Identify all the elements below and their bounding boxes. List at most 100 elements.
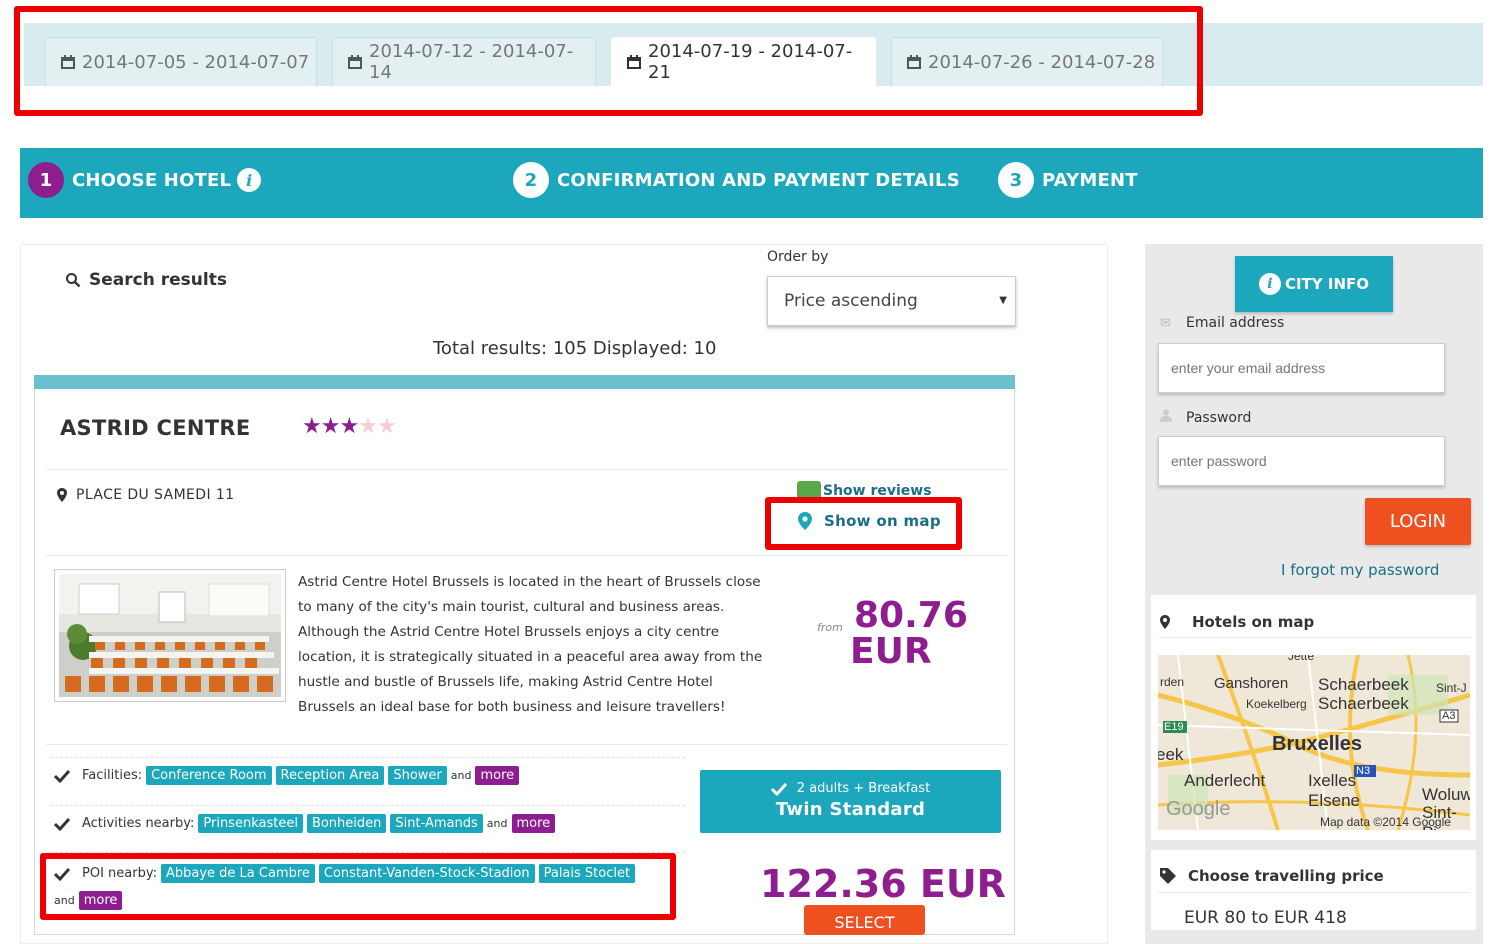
travelling-price-title: Choose travelling price: [1160, 867, 1384, 885]
facilities-row: Facilities: Conference Room Reception Ar…: [54, 766, 523, 785]
activity-tag[interactable]: Sint-Amands: [390, 814, 483, 833]
map-label: Elsene: [1308, 791, 1360, 810]
order-by-label: Order by: [767, 249, 829, 265]
map-label: eek: [1158, 745, 1184, 764]
hotel-name[interactable]: ASTRID CENTRE: [60, 416, 251, 440]
dashed-divider: [50, 757, 685, 758]
divider: [46, 744, 1007, 745]
step-confirmation[interactable]: 2 CONFIRMATION AND PAYMENT DETAILS: [513, 162, 960, 198]
facilities-more-button[interactable]: more: [475, 766, 520, 785]
tag-icon: [1160, 868, 1176, 884]
password-field[interactable]: [1158, 436, 1445, 486]
step-number: 2: [513, 162, 549, 198]
check-icon: [54, 867, 70, 881]
star-icon: ★: [376, 414, 397, 439]
check-icon: [54, 817, 70, 831]
search-icon: [66, 273, 81, 288]
email-label-text: Email address: [1186, 315, 1285, 331]
calendar-icon: [627, 55, 641, 69]
city-info-button[interactable]: i CITY INFO: [1235, 256, 1393, 312]
activities-label: Activities nearby:: [82, 816, 195, 831]
and-text: and: [54, 894, 75, 907]
facility-tag[interactable]: Reception Area: [275, 766, 385, 785]
date-tab-2[interactable]: 2014-07-12 - 2014-07-14: [332, 37, 596, 86]
search-results-title: Search results: [65, 270, 227, 290]
date-tab-3[interactable]: 2014-07-19 - 2014-07-21: [611, 37, 876, 86]
info-icon[interactable]: i: [237, 168, 262, 192]
map-label: Schaerbeek: [1318, 675, 1409, 694]
activity-tag[interactable]: Prinsenkasteel: [198, 814, 303, 833]
divider: [1158, 637, 1470, 638]
map-label: rden: [1160, 675, 1185, 689]
google-logo: Google: [1166, 798, 1231, 820]
hotel-description: Astrid Centre Hotel Brussels is located …: [298, 574, 763, 715]
date-tab-label: 2014-07-19 - 2014-07-21: [648, 41, 853, 83]
email-field[interactable]: [1158, 343, 1445, 393]
poi-tag[interactable]: Palais Stoclet: [538, 864, 636, 883]
activities-row: Activities nearby: Prinsenkasteel Bonhei…: [54, 814, 559, 833]
facility-tag[interactable]: Shower: [388, 766, 447, 785]
hotel-photo-image: [59, 574, 281, 697]
hotel-price: 80.76 EUR: [850, 598, 968, 670]
hotels-on-map-label: Hotels on map: [1192, 613, 1315, 631]
map-label: Koekelberg: [1246, 697, 1307, 711]
hotels-on-map-title: Hotels on map: [1160, 613, 1314, 631]
date-tab-4[interactable]: 2014-07-26 - 2014-07-28: [891, 37, 1163, 86]
caret-down-icon: ▼: [999, 295, 1007, 306]
calendar-icon: [907, 55, 921, 69]
star-icon: ★: [339, 414, 359, 439]
login-button[interactable]: LOGIN: [1365, 498, 1471, 545]
activity-tag[interactable]: Bonheiden: [306, 814, 387, 833]
order-by-select[interactable]: Price ascending ▼: [767, 276, 1016, 326]
activities-more-button[interactable]: more: [511, 814, 556, 833]
user-icon: [1160, 409, 1176, 426]
map-label: Ixelles: [1308, 771, 1357, 790]
step-label: CHOOSE HOTEL: [72, 169, 232, 191]
show-on-map-link[interactable]: Show on map: [798, 512, 941, 530]
step-choose-hotel[interactable]: 1 CHOOSE HOTEL i: [28, 162, 262, 198]
room-option-button[interactable]: 2 adults + Breakfast Twin Standard: [700, 770, 1001, 833]
tripadvisor-icon: [797, 481, 821, 501]
hotel-card-header-bar: [34, 375, 1015, 389]
divider: [46, 469, 1007, 470]
poi-more-button[interactable]: more: [78, 891, 123, 910]
hotels-map[interactable]: rden Ganshoren Schaerbeek Koekelberg Sch…: [1158, 655, 1470, 830]
price-from-label: from: [817, 621, 843, 634]
check-icon: [54, 769, 70, 783]
poi-tag[interactable]: Abbaye de La Cambre: [160, 864, 315, 883]
map-marker-icon: [57, 488, 67, 502]
date-tab-label: 2014-07-05 - 2014-07-07: [82, 51, 310, 73]
envelope-icon: ✉: [1160, 315, 1171, 331]
date-tab-1[interactable]: 2014-07-05 - 2014-07-07: [45, 37, 317, 86]
poi-label: POI nearby:: [82, 866, 157, 881]
forgot-password-link[interactable]: I forgot my password: [1281, 561, 1439, 579]
map-label: Anderlecht: [1184, 771, 1266, 790]
price-currency: EUR: [850, 631, 932, 672]
map-label: Bruxelles: [1272, 733, 1363, 755]
hotel-photo[interactable]: [54, 569, 286, 702]
date-tab-label: 2014-07-26 - 2014-07-28: [928, 51, 1156, 73]
step-number: 3: [998, 162, 1034, 198]
search-results-label: Search results: [89, 270, 227, 290]
select-button[interactable]: SELECT: [804, 905, 925, 935]
city-info-label: CITY INFO: [1284, 275, 1370, 293]
calendar-icon: [348, 55, 362, 69]
results-count: Total results: 105 Displayed: 10: [433, 338, 717, 359]
star-icon: ★: [302, 414, 322, 439]
show-reviews-link[interactable]: Show reviews: [797, 481, 932, 501]
step-payment[interactable]: 3 PAYMENT: [998, 162, 1138, 198]
map-label: A3: [1442, 710, 1456, 722]
room-occupancy: 2 adults + Breakfast: [700, 781, 1001, 796]
show-on-map-label: Show on map: [824, 512, 941, 530]
room-price: 122.36 EUR: [760, 862, 1006, 906]
hotel-address: PLACE DU SAMEDI 11: [57, 487, 234, 503]
and-text: and: [450, 769, 472, 782]
price-range-value: EUR 80 to EUR 418: [1184, 908, 1347, 928]
info-icon: i: [1258, 273, 1281, 295]
poi-tag[interactable]: Constant-Vanden-Stock-Stadion: [318, 864, 535, 883]
step-label: CONFIRMATION AND PAYMENT DETAILS: [557, 169, 960, 191]
map-label: Jette: [1288, 655, 1315, 663]
facility-tag[interactable]: Conference Room: [146, 766, 272, 785]
show-reviews-label: Show reviews: [823, 483, 932, 499]
checkout-steps: 1 CHOOSE HOTEL i 2 CONFIRMATION AND PAYM…: [20, 148, 1483, 218]
